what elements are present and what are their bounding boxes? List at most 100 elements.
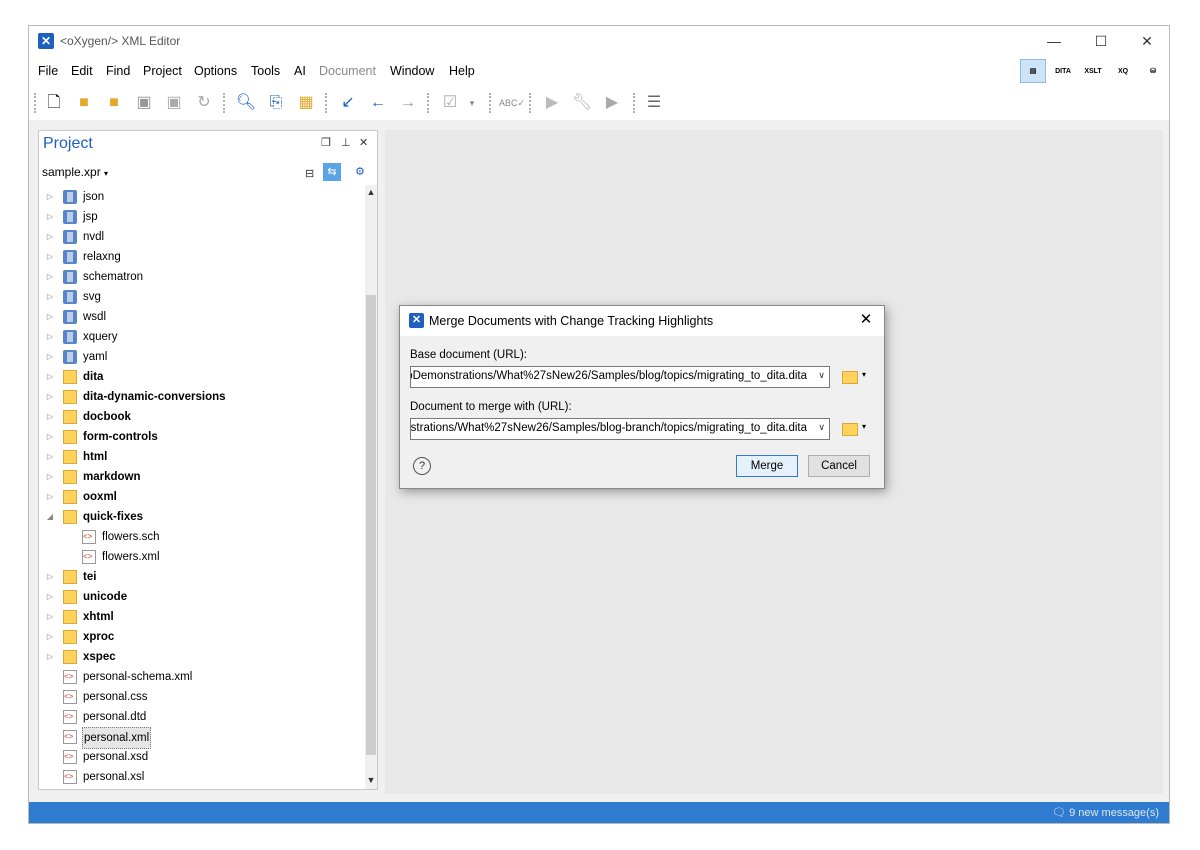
tree-row[interactable]: ▷ xquery bbox=[39, 327, 363, 347]
tree-row[interactable]: personal.dtd bbox=[39, 707, 363, 727]
expand-icon[interactable]: ▷ bbox=[45, 407, 55, 427]
tree-row[interactable]: ▷ schematron bbox=[39, 267, 363, 287]
scroll-thumb[interactable] bbox=[366, 295, 376, 755]
help-icon[interactable]: ? bbox=[413, 457, 431, 475]
tree-row[interactable]: personal-schema.xml bbox=[39, 667, 363, 687]
expand-icon[interactable]: ▷ bbox=[45, 387, 55, 407]
scroll-up-icon[interactable]: ▲ bbox=[365, 187, 377, 197]
expand-icon[interactable]: ▷ bbox=[45, 207, 55, 227]
cancel-button[interactable]: Cancel bbox=[808, 455, 870, 477]
tree-row[interactable]: personal.xsl bbox=[39, 767, 363, 787]
expand-icon[interactable]: ▷ bbox=[45, 327, 55, 347]
base-document-url-value[interactable]: 'ideoDemonstrations/What%27sNew26/Sample… bbox=[411, 370, 807, 382]
tree-row[interactable]: flowers.xml bbox=[39, 547, 363, 567]
find-replace-icon[interactable]: ▦ bbox=[295, 92, 317, 114]
chevron-down-icon[interactable]: ∨ bbox=[818, 370, 825, 381]
merge-document-url-value[interactable]: monstrations/What%27sNew26/Samples/blog-… bbox=[411, 422, 807, 434]
tree-row[interactable]: ▷ form-controls bbox=[39, 427, 363, 447]
open-url-icon[interactable]: ■ bbox=[103, 92, 125, 114]
restore-view-icon[interactable]: ❐ bbox=[321, 136, 331, 149]
expand-icon[interactable]: ▷ bbox=[45, 287, 55, 307]
tree-row[interactable]: ▷ xproc bbox=[39, 627, 363, 647]
open-folder-icon[interactable]: ■ bbox=[73, 92, 95, 114]
expand-icon[interactable]: ▷ bbox=[45, 647, 55, 667]
back-arrow-icon[interactable]: ← bbox=[367, 92, 389, 114]
expand-icon[interactable]: ▷ bbox=[45, 467, 55, 487]
menu-ai[interactable]: AI bbox=[294, 64, 306, 78]
chevron-down-icon[interactable]: ∨ bbox=[818, 422, 825, 433]
forward-arrow-icon[interactable]: → bbox=[397, 92, 419, 114]
reload-icon[interactable]: ↻ bbox=[193, 92, 215, 114]
tree-row[interactable]: ▷ json bbox=[39, 187, 363, 207]
tree-row[interactable]: ▷ markdown bbox=[39, 467, 363, 487]
tree-row[interactable]: personal.xsd bbox=[39, 747, 363, 767]
expand-icon[interactable]: ▷ bbox=[45, 267, 55, 287]
close-view-icon[interactable]: ✕ bbox=[359, 136, 368, 149]
maximize-button[interactable]: ☐ bbox=[1086, 30, 1116, 52]
expand-icon[interactable]: ▷ bbox=[45, 367, 55, 387]
pin-icon[interactable]: ⊥ bbox=[341, 136, 351, 149]
validate-icon[interactable]: ☑ bbox=[439, 92, 461, 114]
expand-icon[interactable]: ▷ bbox=[45, 587, 55, 607]
link-with-editor-icon[interactable]: ⇆ bbox=[323, 163, 341, 181]
collapse-all-icon[interactable]: ⊟ bbox=[305, 167, 314, 180]
configure-transform-icon[interactable]: 🔧︎ bbox=[571, 92, 593, 114]
expand-icon[interactable]: ▷ bbox=[45, 607, 55, 627]
merge-document-url-field[interactable]: monstrations/What%27sNew26/Samples/blog-… bbox=[410, 418, 830, 440]
tree-row[interactable]: ▷ dita-dynamic-conversions bbox=[39, 387, 363, 407]
apply-scenarios-icon[interactable]: ▶ bbox=[601, 92, 623, 114]
merge-browse-button[interactable]: ▾ bbox=[842, 420, 872, 440]
scroll-down-icon[interactable]: ▼ bbox=[365, 775, 377, 785]
database-perspective-icon[interactable]: ⛁ bbox=[1140, 59, 1166, 83]
expand-icon[interactable]: ▷ bbox=[45, 227, 55, 247]
close-button[interactable]: ✕ bbox=[1132, 30, 1162, 52]
transform-run-icon[interactable]: ▶ bbox=[541, 92, 563, 114]
project-file-selector[interactable]: sample.xpr ▾ bbox=[42, 165, 108, 179]
tree-row[interactable]: ▷ tei bbox=[39, 567, 363, 587]
tree-row[interactable]: ▷ wsdl bbox=[39, 307, 363, 327]
save-url-icon[interactable]: ▣ bbox=[163, 92, 185, 114]
menu-find[interactable]: Find bbox=[106, 64, 130, 78]
expand-icon[interactable]: ▷ bbox=[45, 447, 55, 467]
expand-icon[interactable]: ▷ bbox=[45, 427, 55, 447]
menu-window[interactable]: Window bbox=[390, 64, 434, 78]
xquery-debugger-icon[interactable]: XQ bbox=[1110, 59, 1136, 83]
tree-row[interactable]: ▷ relaxng bbox=[39, 247, 363, 267]
spell-check-icon[interactable]: ABC✓ bbox=[499, 92, 525, 114]
menu-options[interactable]: Options bbox=[194, 64, 237, 78]
tree-row[interactable]: flowers.sch bbox=[39, 527, 363, 547]
project-scrollbar[interactable]: ▲ ▼ bbox=[365, 185, 377, 789]
expand-icon[interactable]: ▷ bbox=[45, 247, 55, 267]
tree-row[interactable]: ▷ dita bbox=[39, 367, 363, 387]
dialog-close-button[interactable]: ✕ bbox=[856, 310, 876, 330]
validate-dropdown-icon[interactable]: ▾ bbox=[461, 92, 483, 114]
tree-row[interactable]: ▷ svg bbox=[39, 287, 363, 307]
tree-row[interactable]: personal.css bbox=[39, 687, 363, 707]
tree-row[interactable]: ▷ html bbox=[39, 447, 363, 467]
menu-tools[interactable]: Tools bbox=[251, 64, 280, 78]
expand-icon[interactable]: ▷ bbox=[45, 567, 55, 587]
tree-row[interactable]: ▷ unicode bbox=[39, 587, 363, 607]
tree-row[interactable]: ▷ yaml bbox=[39, 347, 363, 367]
tree-row[interactable]: ▷ jsp bbox=[39, 207, 363, 227]
save-icon[interactable]: ▣ bbox=[133, 92, 155, 114]
base-document-url-field[interactable]: 'ideoDemonstrations/What%27sNew26/Sample… bbox=[410, 366, 830, 388]
menu-edit[interactable]: Edit bbox=[71, 64, 93, 78]
menu-file[interactable]: File bbox=[38, 64, 58, 78]
tree-row[interactable]: ▷ nvdl bbox=[39, 227, 363, 247]
tree-row[interactable]: personal.xml bbox=[39, 727, 363, 749]
expand-icon[interactable]: ▷ bbox=[45, 627, 55, 647]
expand-icon[interactable]: ▷ bbox=[45, 187, 55, 207]
settings-gear-icon[interactable]: ⚙ bbox=[355, 165, 365, 178]
tree-row[interactable]: ▷ ooxml bbox=[39, 487, 363, 507]
project-tree[interactable]: ▷ json ▷ jsp ▷ nvdl ▷ relaxng ▷ schematron ▷ svg ▷ ws… bbox=[39, 187, 363, 789]
expand-icon[interactable]: ▷ bbox=[45, 307, 55, 327]
menu-project[interactable]: Project bbox=[143, 64, 182, 78]
new-document-icon[interactable]: 🗋 bbox=[43, 92, 65, 114]
minimize-button[interactable]: — bbox=[1039, 30, 1069, 52]
find-in-files-icon[interactable]: ⎘ bbox=[265, 92, 287, 114]
status-messages[interactable]: 🗨 9 new message(s) bbox=[1052, 806, 1159, 819]
menu-help[interactable]: Help bbox=[449, 64, 475, 78]
expand-icon[interactable]: ▷ bbox=[45, 347, 55, 367]
format-indent-icon[interactable]: ☰ bbox=[643, 92, 665, 114]
